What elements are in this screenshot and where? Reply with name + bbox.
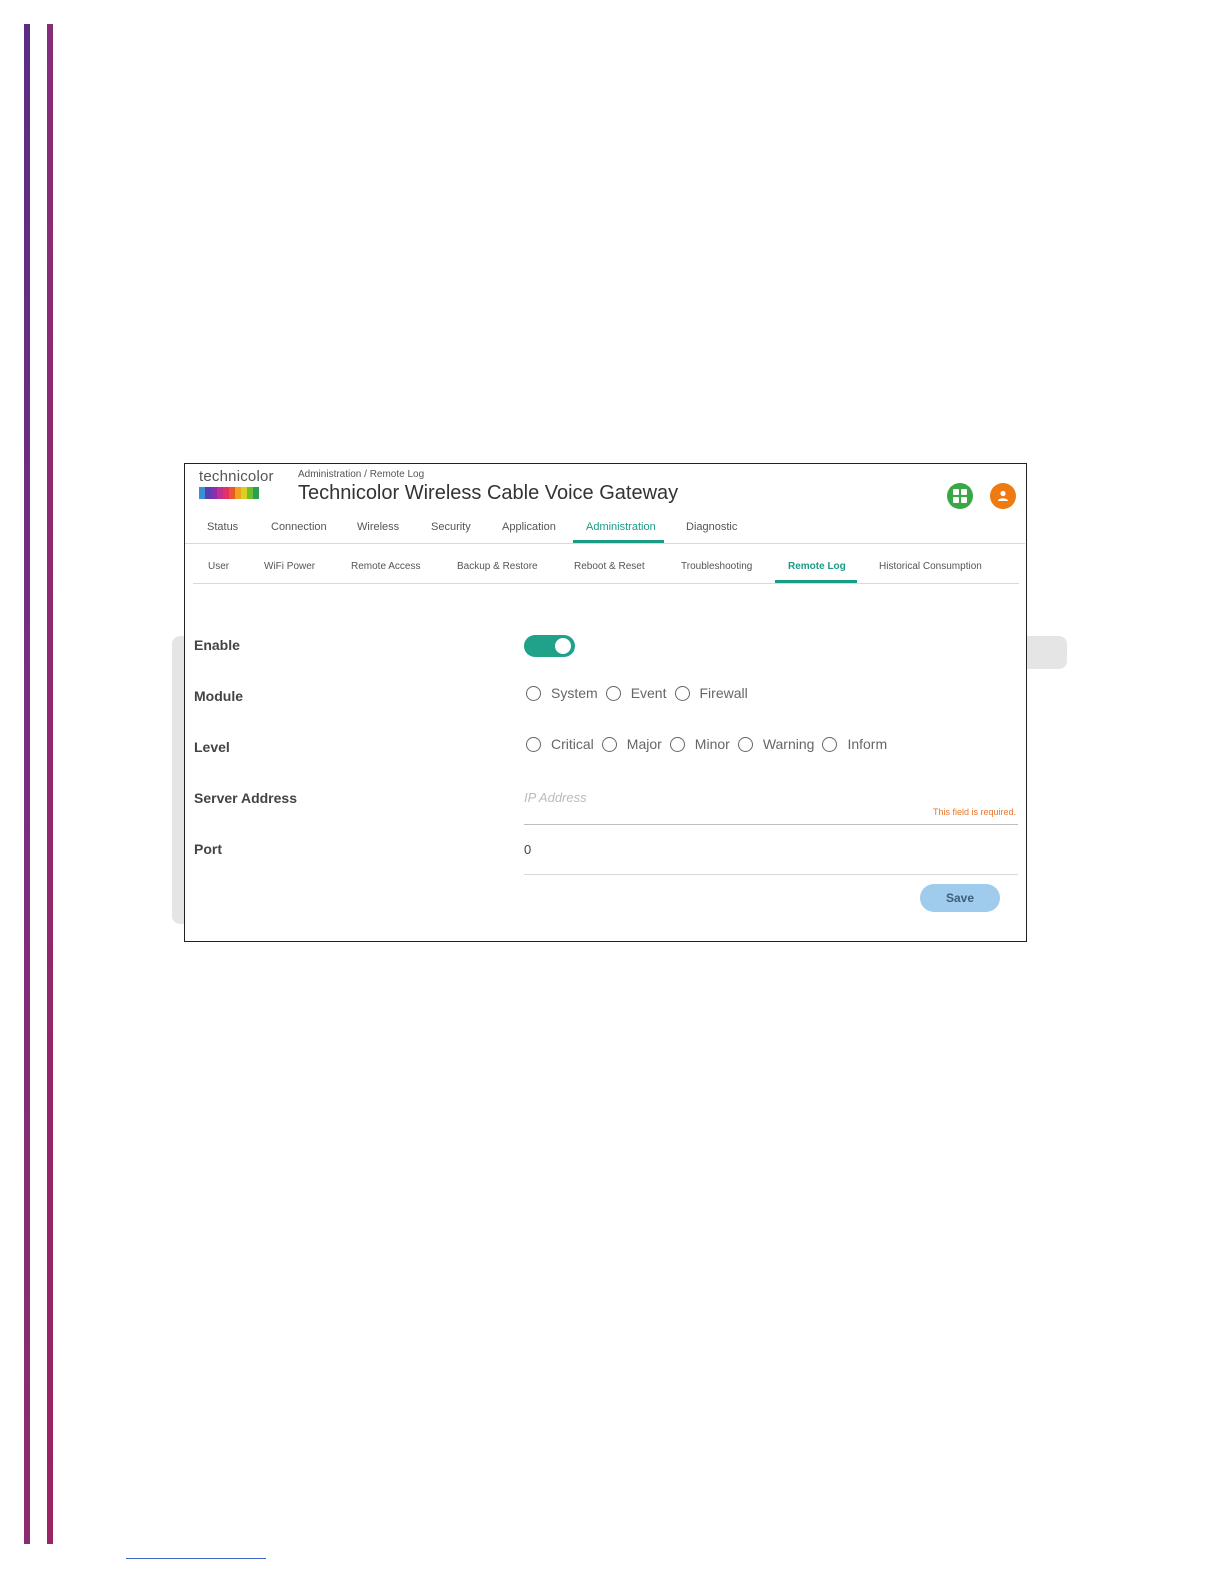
radio-label-warning: Warning bbox=[762, 736, 815, 752]
subtab-wifi-power[interactable]: WiFi Power bbox=[264, 561, 315, 572]
technicolor-logo[interactable]: technicolor bbox=[199, 468, 274, 499]
level-radio-group: Critical Major Minor Warning Inform bbox=[526, 736, 895, 752]
subtab-troubleshooting[interactable]: Troubleshooting bbox=[681, 561, 752, 572]
active-tab-indicator bbox=[573, 540, 664, 543]
module-label: Module bbox=[194, 688, 243, 704]
radio-label-firewall: Firewall bbox=[699, 685, 748, 701]
background-panel-right bbox=[1026, 636, 1067, 669]
subtab-remote-log[interactable]: Remote Log bbox=[788, 561, 846, 572]
tab-application[interactable]: Application bbox=[502, 521, 556, 533]
main-navigation: Status Connection Wireless Security Appl… bbox=[185, 516, 1025, 544]
logo-text: technicolor bbox=[199, 468, 274, 485]
subtab-remote-access[interactable]: Remote Access bbox=[351, 561, 420, 572]
tab-connection[interactable]: Connection bbox=[271, 521, 327, 533]
logo-strip-segment bbox=[253, 487, 259, 499]
radio-warning[interactable] bbox=[737, 736, 753, 752]
module-radio-group: System Event Firewall bbox=[526, 685, 756, 701]
toggle-knob bbox=[555, 638, 571, 654]
decorative-bar-left bbox=[24, 24, 30, 1544]
tab-administration[interactable]: Administration bbox=[586, 521, 656, 533]
port-input[interactable]: 0 bbox=[524, 839, 1018, 875]
level-label: Level bbox=[194, 739, 230, 755]
radio-firewall[interactable] bbox=[674, 685, 690, 701]
gateway-screenshot-frame: technicolor Administration / Remote Log … bbox=[184, 463, 1027, 942]
radio-label-inform: Inform bbox=[847, 736, 888, 752]
user-icon[interactable] bbox=[990, 483, 1016, 509]
server-address-placeholder: IP Address bbox=[524, 790, 587, 805]
footer-link-underline bbox=[126, 1558, 266, 1559]
radio-system[interactable] bbox=[526, 685, 541, 701]
active-subtab-indicator bbox=[775, 580, 857, 583]
radio-label-minor: Minor bbox=[694, 736, 730, 752]
page-title: Technicolor Wireless Cable Voice Gateway bbox=[298, 482, 679, 504]
enable-toggle[interactable] bbox=[524, 635, 575, 657]
radio-inform[interactable] bbox=[822, 736, 838, 752]
port-value: 0 bbox=[524, 842, 532, 857]
subtab-reboot-reset[interactable]: Reboot & Reset bbox=[574, 561, 645, 572]
server-address-input[interactable]: IP Address This field is required. bbox=[524, 788, 1018, 825]
tab-wireless[interactable]: Wireless bbox=[357, 521, 399, 533]
field-required-error: This field is required. bbox=[932, 807, 1016, 817]
enable-label: Enable bbox=[194, 637, 240, 653]
tab-security[interactable]: Security bbox=[431, 521, 471, 533]
radio-critical[interactable] bbox=[526, 736, 541, 752]
subtab-backup-restore[interactable]: Backup & Restore bbox=[457, 561, 538, 572]
port-label: Port bbox=[194, 841, 222, 857]
save-button[interactable]: Save bbox=[920, 884, 1000, 912]
radio-event[interactable] bbox=[605, 685, 621, 701]
tab-diagnostic[interactable]: Diagnostic bbox=[686, 521, 737, 533]
apps-grid-icon[interactable] bbox=[947, 483, 973, 509]
breadcrumb: Administration / Remote Log bbox=[298, 469, 425, 480]
subtab-historical-consumption[interactable]: Historical Consumption bbox=[879, 561, 982, 572]
tab-status[interactable]: Status bbox=[207, 521, 238, 533]
radio-label-system: System bbox=[551, 685, 598, 701]
radio-label-event: Event bbox=[630, 685, 667, 701]
radio-label-major: Major bbox=[626, 736, 662, 752]
sub-navigation: User WiFi Power Remote Access Backup & R… bbox=[193, 556, 1019, 584]
radio-minor[interactable] bbox=[669, 736, 685, 752]
decorative-bar-right bbox=[47, 24, 53, 1544]
subtab-user[interactable]: User bbox=[208, 561, 229, 572]
radio-label-critical: Critical bbox=[551, 736, 594, 752]
server-address-label: Server Address bbox=[194, 790, 297, 806]
logo-color-strip bbox=[199, 487, 274, 499]
radio-major[interactable] bbox=[601, 736, 617, 752]
